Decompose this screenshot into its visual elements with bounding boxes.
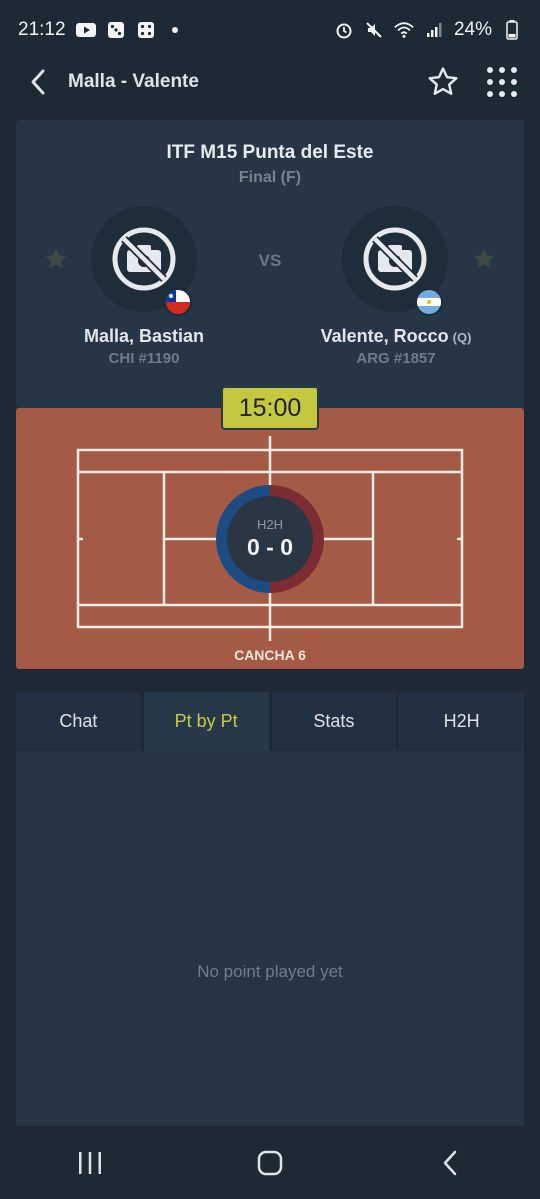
player1-rank: CHI #1190 xyxy=(108,350,180,367)
argentina-flag-icon xyxy=(415,288,443,316)
system-nav-bar xyxy=(0,1126,540,1199)
status-bar: 21:12 24% xyxy=(0,0,540,60)
h2h-score: 0 - 0 xyxy=(246,534,294,560)
home-button[interactable] xyxy=(240,1133,300,1193)
home-icon xyxy=(257,1150,283,1175)
no-photo-icon xyxy=(363,227,427,291)
recent-apps-button[interactable] xyxy=(60,1133,120,1193)
tournament-name: ITF M15 Punta del Este xyxy=(166,142,374,163)
qualifier-badge: (Q) xyxy=(452,330,472,345)
signal-icon xyxy=(424,21,444,39)
wifi-icon xyxy=(394,21,414,39)
player1-favorite-star-icon[interactable] xyxy=(43,246,69,272)
status-time: 21:12 xyxy=(18,19,66,40)
chevron-left-icon xyxy=(443,1150,457,1175)
back-button[interactable] xyxy=(16,60,60,104)
tab-pt-by-pt[interactable]: Pt by Pt xyxy=(143,692,269,751)
chevron-left-icon xyxy=(31,69,45,95)
tab-stats[interactable]: Stats xyxy=(271,692,397,751)
match-tabs-panel: Chat Pt by Pt Stats H2H No point played … xyxy=(16,692,524,1126)
player2-name[interactable]: Valente, Rocco (Q) xyxy=(286,326,506,347)
dice-icon xyxy=(136,21,156,39)
star-outline-icon xyxy=(428,67,458,95)
grid-dots-icon xyxy=(487,67,517,97)
app-bar: Malla - Valente xyxy=(0,60,540,104)
favorite-button[interactable] xyxy=(426,65,460,99)
match-header: ITF M15 Punta del Este Final (F) VS Mall xyxy=(16,120,524,408)
system-back-button[interactable] xyxy=(420,1133,480,1193)
menu-button[interactable] xyxy=(486,66,518,98)
chile-flag-icon xyxy=(164,288,192,316)
player2-favorite-star-icon[interactable] xyxy=(471,246,497,272)
battery-percent: 24% xyxy=(453,19,492,40)
h2h-label: H2H xyxy=(256,517,283,532)
court-name: CANCHA 6 xyxy=(234,647,306,663)
notification-dot-icon xyxy=(171,27,178,33)
player2-rank: ARG #1857 xyxy=(356,350,436,367)
mute-icon xyxy=(364,21,384,39)
tab-chat[interactable]: Chat xyxy=(16,692,141,751)
start-time-badge: 15:00 xyxy=(221,386,319,430)
court-graphic: H2H 0 - 0 CANCHA 6 xyxy=(16,408,524,669)
dice-icon xyxy=(106,21,126,39)
youtube-icon xyxy=(75,21,96,39)
h2h-indicator[interactable]: H2H 0 - 0 xyxy=(216,485,324,593)
page-title: Malla - Valente xyxy=(68,71,199,92)
tab-bar: Chat Pt by Pt Stats H2H xyxy=(16,692,524,751)
alarm-icon xyxy=(334,21,354,39)
tab-h2h[interactable]: H2H xyxy=(399,692,524,751)
recent-apps-icon xyxy=(79,1151,101,1174)
player1-name[interactable]: Malla, Bastian xyxy=(34,326,254,347)
round-label: Final (F) xyxy=(238,169,302,186)
battery-icon xyxy=(502,20,522,40)
no-photo-icon xyxy=(112,227,176,291)
vs-label: VS xyxy=(258,251,282,270)
empty-state-message: No point played yet xyxy=(197,962,343,981)
